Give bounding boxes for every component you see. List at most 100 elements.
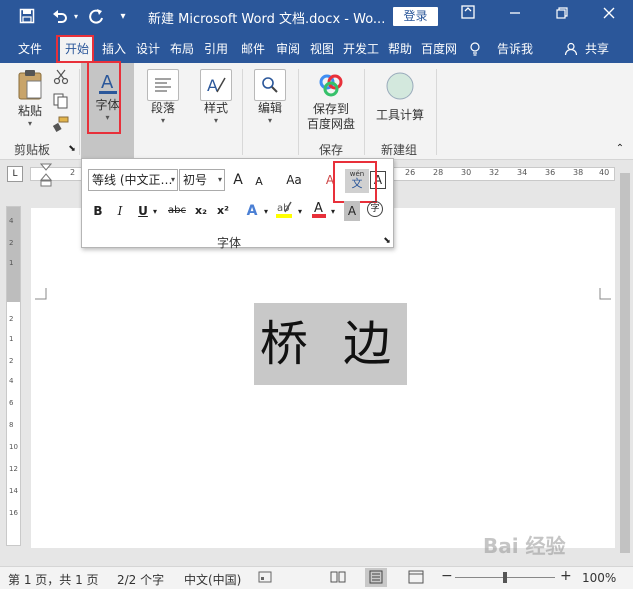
ruler-number: 36 — [545, 168, 556, 177]
character-shading-icon[interactable]: A — [344, 201, 360, 221]
enclose-characters-button[interactable]: 字 — [367, 201, 383, 217]
web-layout-icon[interactable] — [408, 570, 424, 587]
selected-document-text[interactable]: 桥 边 — [254, 303, 407, 385]
tab-layout[interactable]: 布局 — [167, 38, 197, 60]
strikethrough-button[interactable]: abc — [166, 201, 188, 221]
zoom-level[interactable]: 100% — [582, 571, 616, 585]
paste-button[interactable]: 粘贴 ▾ — [12, 69, 48, 129]
paragraph-button[interactable]: 段落 ▾ — [143, 69, 183, 126]
ribbon-display-options-icon[interactable] — [456, 5, 480, 27]
lightbulb-icon[interactable] — [466, 38, 484, 60]
dialog-launcher-icon[interactable]: ⬊ — [67, 144, 77, 154]
customize-qat-icon[interactable]: ▾ — [116, 6, 130, 26]
read-mode-icon[interactable] — [330, 570, 346, 587]
zoom-slider-thumb[interactable] — [503, 572, 507, 583]
print-layout-icon[interactable] — [365, 568, 387, 587]
styles-button[interactable]: A 样式 ▾ — [196, 69, 236, 126]
close-icon[interactable] — [597, 5, 621, 27]
collapse-ribbon-icon[interactable]: ⌃ — [614, 143, 626, 154]
clipboard-group-label: 剪贴板 — [14, 143, 51, 157]
change-case-button[interactable]: Aa — [279, 170, 309, 190]
zoom-in-icon[interactable]: + — [560, 568, 572, 584]
minimize-icon[interactable] — [503, 5, 527, 27]
chevron-down-icon[interactable]: ▾ — [295, 202, 305, 222]
tab-view[interactable]: 视图 — [307, 38, 337, 60]
tab-home[interactable]: 开始 — [60, 37, 94, 63]
dialog-launcher-icon[interactable]: ⬊ — [381, 231, 393, 246]
font-button[interactable]: A 字体 ▾ — [81, 63, 134, 160]
character-border-button[interactable]: A — [370, 171, 386, 189]
undo-dropdown-icon[interactable]: ▾ — [71, 6, 81, 26]
ruler-number: 26 — [405, 168, 416, 177]
underline-button[interactable]: U — [135, 201, 151, 221]
chevron-down-icon: ▾ — [213, 116, 218, 125]
page-count[interactable]: 第 1 页，共 1 页 — [8, 571, 99, 588]
tab-review[interactable]: 审阅 — [273, 38, 303, 60]
clear-formatting-icon[interactable]: A — [322, 170, 338, 190]
tell-me-search[interactable]: 告诉我 — [492, 38, 538, 60]
superscript-button[interactable]: x² — [214, 201, 232, 221]
text-effects-icon[interactable]: A — [242, 201, 262, 221]
ruler-number: 2 — [9, 315, 14, 323]
chevron-down-icon[interactable]: ▾ — [328, 202, 338, 222]
indent-marker-icon[interactable] — [39, 163, 53, 190]
tab-developer[interactable]: 开发工 — [341, 38, 381, 60]
subscript-button[interactable]: x₂ — [192, 201, 210, 221]
ruler-number: 2 — [9, 357, 14, 365]
tab-baidu[interactable]: 百度网 — [419, 38, 459, 60]
tab-file[interactable]: 文件 — [12, 38, 48, 60]
bold-button[interactable]: B — [90, 201, 106, 221]
italic-button[interactable]: I — [112, 201, 128, 221]
ruler-number: 38 — [573, 168, 584, 177]
save-to-baidu-button[interactable]: 保存到 百度网盘 — [304, 71, 358, 132]
document-page[interactable]: 桥 边 — [31, 208, 615, 548]
tab-insert[interactable]: 插入 — [99, 38, 129, 60]
font-size-combobox[interactable]: 初号 ▾ — [179, 169, 225, 191]
login-button[interactable]: 登录 — [393, 7, 438, 26]
font-color-icon[interactable]: A — [310, 199, 328, 219]
language-indicator[interactable]: 中文(中国) — [184, 571, 241, 588]
tool-calc-button[interactable]: 工具计算 — [370, 71, 430, 123]
ruler-number: 1 — [9, 335, 14, 343]
vertical-scrollbar[interactable] — [617, 161, 633, 566]
phonetic-guide-button[interactable]: wén 文 — [345, 169, 369, 193]
svg-text:A: A — [207, 76, 218, 95]
font-name-combobox[interactable]: 等线 (中文正… ▾ — [88, 169, 178, 191]
shrink-font-button[interactable]: A — [252, 172, 266, 192]
scrollbar-thumb[interactable] — [620, 173, 630, 553]
tab-design[interactable]: 设计 — [133, 38, 163, 60]
font-group-label: 字体 — [217, 236, 242, 250]
share-button[interactable]: 共享 — [582, 38, 612, 60]
tab-help[interactable]: 帮助 — [384, 38, 416, 60]
tab-references[interactable]: 引用 — [201, 38, 231, 60]
undo-icon[interactable] — [50, 6, 70, 26]
chevron-down-icon: ▾ — [105, 113, 110, 122]
cut-icon[interactable] — [52, 69, 70, 85]
svg-text:A: A — [101, 72, 114, 93]
chevron-down-icon[interactable]: ▾ — [150, 202, 160, 222]
format-painter-icon[interactable] — [52, 116, 70, 132]
restore-icon[interactable] — [550, 5, 574, 27]
editing-label: 编辑 — [257, 101, 282, 115]
person-icon[interactable] — [562, 38, 580, 60]
tab-selector-icon[interactable]: L — [7, 166, 23, 182]
copy-icon[interactable] — [52, 93, 70, 109]
redo-icon[interactable] — [86, 6, 106, 26]
zoom-out-icon[interactable]: − — [441, 568, 453, 584]
save-icon[interactable] — [16, 6, 38, 26]
ribbon-tab-bar: 文件 开始 插入 设计 布局 引用 邮件 审阅 视图 开发工 帮助 百度网 告诉… — [0, 33, 633, 63]
highlighter-icon[interactable]: ab — [274, 199, 294, 219]
font-name-value: 等线 (中文正… — [92, 173, 173, 187]
tab-mailings[interactable]: 邮件 — [235, 38, 271, 60]
vertical-ruler[interactable]: 4 2 1 2 1 2 4 6 8 10 12 14 16 — [6, 206, 21, 546]
macro-record-icon[interactable] — [258, 570, 272, 587]
paste-label: 粘贴 — [17, 104, 42, 118]
ruler-number: 4 — [9, 377, 14, 385]
ruler-number: 34 — [517, 168, 528, 177]
word-count[interactable]: 2/2 个字 — [117, 571, 164, 588]
font-icon: A — [97, 71, 119, 98]
grow-font-button[interactable]: A — [230, 170, 246, 190]
chevron-down-icon[interactable]: ▾ — [261, 202, 271, 222]
editing-button[interactable]: 编辑 ▾ — [250, 69, 290, 126]
font-size-value: 初号 — [183, 173, 208, 187]
